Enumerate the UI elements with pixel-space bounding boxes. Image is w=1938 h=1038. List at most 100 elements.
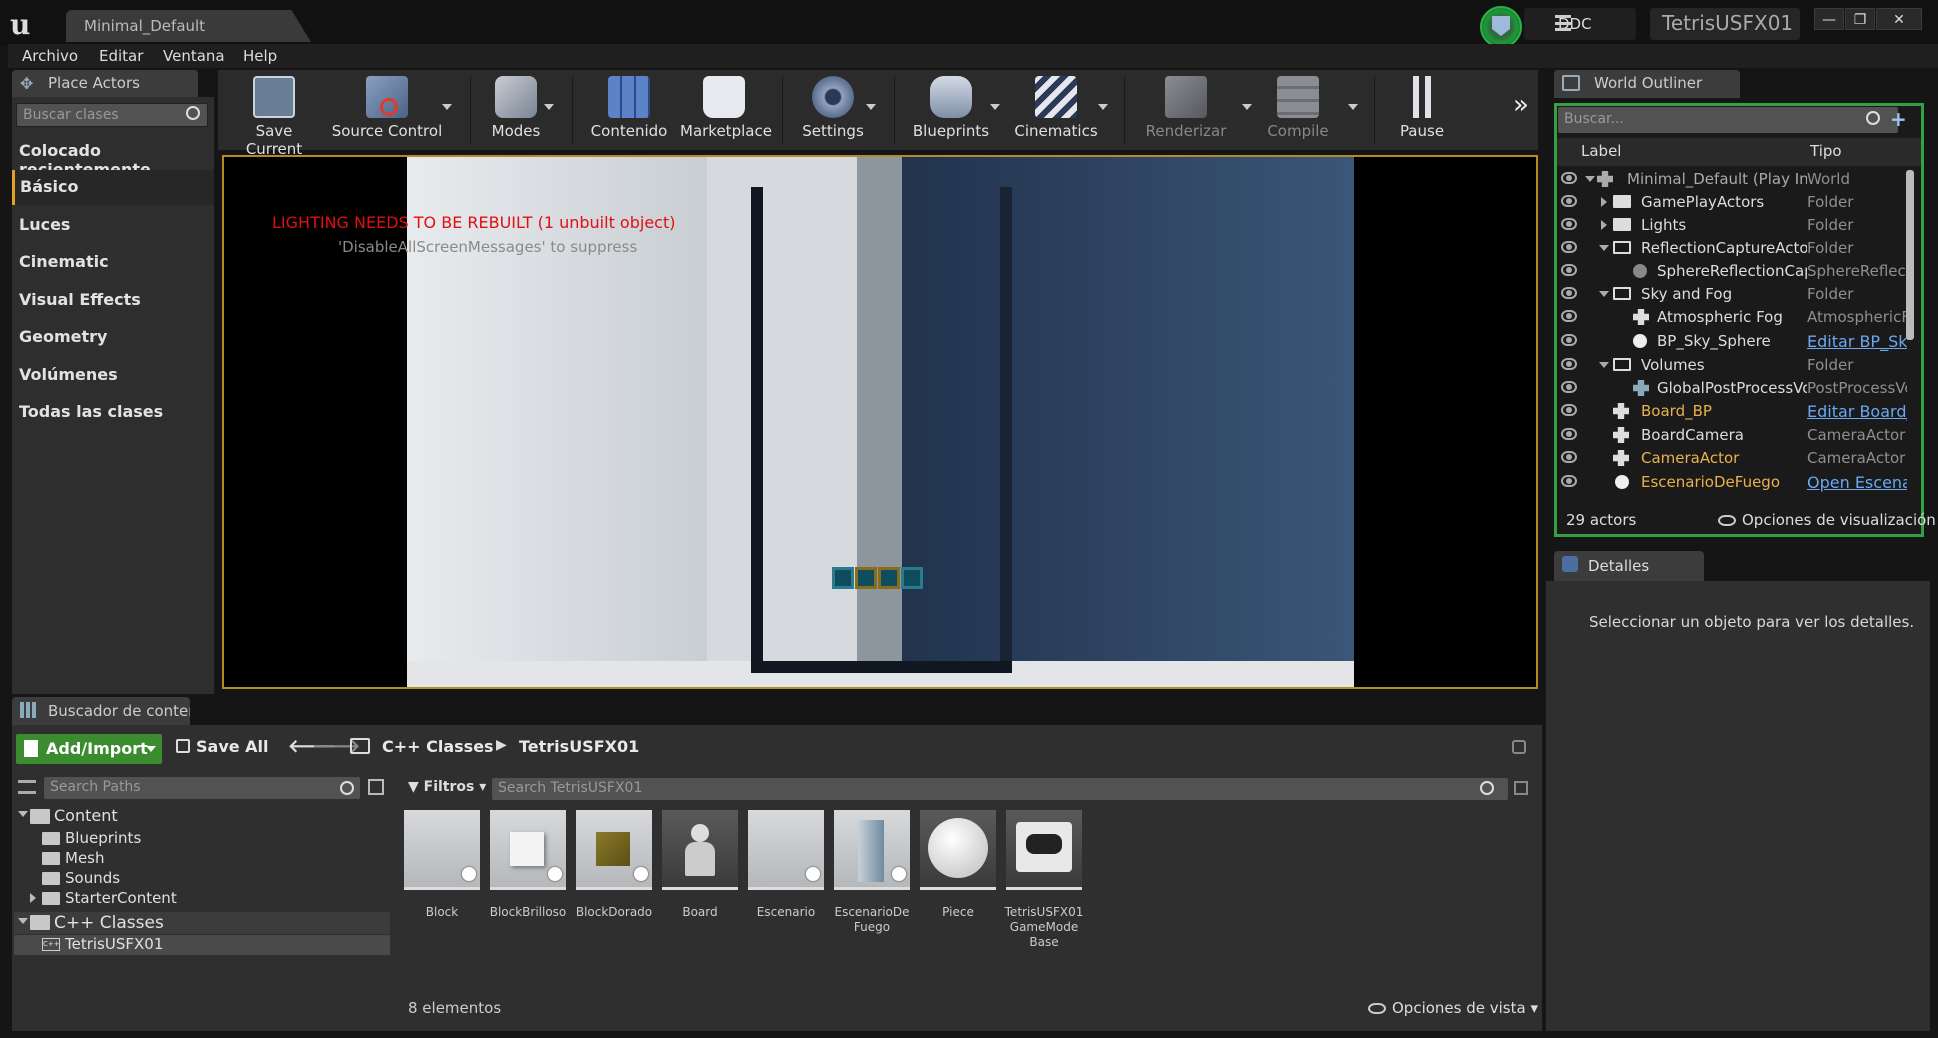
eye-icon[interactable] (1561, 358, 1577, 370)
eye-icon[interactable] (1561, 218, 1577, 230)
search-assets-input[interactable]: Search TetrisUSFX01 (492, 778, 1508, 800)
content-browser-tab[interactable]: Buscador de contenido (12, 697, 190, 725)
eye-icon[interactable] (1561, 428, 1577, 440)
outliner-row[interactable]: BP_Sky_Sphere Editar BP_Sky_Sphere (1557, 330, 1907, 353)
outliner-row[interactable]: SphereReflectionCapture SphereReflection… (1557, 260, 1907, 283)
tree-item-project[interactable]: C++ TetrisUSFX01 (14, 935, 390, 955)
category-cinematic[interactable]: Cinematic (12, 245, 214, 280)
breadcrumb-project[interactable]: TetrisUSFX01 (519, 737, 639, 756)
collapse-arrow[interactable] (18, 918, 28, 924)
category-lights[interactable]: Luces (12, 208, 214, 243)
collapse-arrow[interactable] (18, 811, 28, 817)
eye-icon[interactable] (1561, 475, 1577, 487)
outliner-scrollbar[interactable] (1906, 170, 1914, 340)
content-view-options[interactable]: Opciones de vista ▾ (1368, 999, 1538, 1017)
settings-button[interactable]: Settings (796, 72, 870, 148)
asset-thumbnail[interactable] (920, 810, 996, 890)
eye-icon[interactable] (1561, 404, 1577, 416)
outliner-row[interactable]: GamePlayActors Folder (1557, 191, 1907, 214)
column-type[interactable]: Tipo (1810, 142, 1842, 160)
outliner-search-input[interactable]: Buscar... (1558, 107, 1898, 133)
compile-button[interactable]: Compile (1256, 72, 1340, 148)
modes-button[interactable]: Modes (484, 72, 548, 148)
toolbar-overflow-button[interactable]: » (1513, 90, 1529, 120)
minimize-button[interactable]: — (1814, 8, 1844, 30)
collapse-arrow[interactable] (1599, 291, 1609, 297)
tree-item-content[interactable]: Content (14, 806, 390, 826)
asset-thumbnail[interactable] (576, 810, 652, 890)
asset-thumbnail[interactable] (662, 810, 738, 890)
compile-dropdown[interactable] (1348, 104, 1358, 110)
class-search-input[interactable]: Buscar clases (16, 103, 208, 127)
close-button[interactable]: ✕ (1876, 8, 1922, 30)
outliner-row[interactable]: EscenarioDeFuego Open EscenarioDeFuego (1557, 471, 1907, 494)
outliner-row[interactable]: Lights Folder (1557, 214, 1907, 237)
asset-thumbnail[interactable] (404, 810, 480, 890)
outliner-row[interactable]: BoardCamera CameraActor (1557, 424, 1907, 447)
filters-button[interactable]: ▼ Filtros ▾ (408, 779, 486, 795)
category-volumes[interactable]: Volúmenes (12, 358, 214, 393)
world-outliner-tab[interactable]: World Outliner (1554, 70, 1740, 98)
modes-dropdown[interactable] (544, 104, 554, 110)
collapse-arrow[interactable] (1599, 362, 1609, 368)
eye-icon[interactable] (1561, 381, 1577, 393)
save-all-button[interactable]: Save All (174, 737, 269, 756)
category-geometry[interactable]: Geometry (12, 320, 214, 355)
source-control-status-icon[interactable] (1480, 6, 1522, 48)
breadcrumb-cpp-classes[interactable]: C++ Classes (382, 737, 494, 756)
collapse-arrow[interactable] (1599, 245, 1609, 251)
blueprints-dropdown[interactable] (990, 104, 1000, 110)
build-button[interactable]: Renderizar (1140, 72, 1232, 148)
tree-item-mesh[interactable]: Mesh (14, 849, 390, 869)
folder-icon[interactable] (350, 738, 370, 754)
outliner-row[interactable]: CameraActor CameraActor (1557, 447, 1907, 470)
column-label[interactable]: Label (1581, 142, 1621, 160)
outliner-row[interactable]: Volumes Folder (1557, 354, 1907, 377)
tree-item-cpp-classes[interactable]: C++ Classes (14, 912, 390, 934)
save-search-icon[interactable] (1514, 781, 1528, 795)
category-all-classes[interactable]: Todas las clases (12, 395, 214, 430)
outliner-row[interactable]: Board_BP Editar Board_BP (1557, 400, 1907, 423)
content-button[interactable]: Contenido (588, 72, 670, 148)
cinematics-dropdown[interactable] (1098, 104, 1108, 110)
tree-item-sounds[interactable]: Sounds (14, 869, 390, 889)
menu-ventana[interactable]: Ventana (163, 47, 225, 65)
outliner-row[interactable]: Minimal_Default (Play In Editor) World (1557, 168, 1907, 191)
category-recent[interactable]: Colocado recientemente (12, 134, 214, 179)
view-list-icon[interactable] (368, 779, 384, 795)
eye-icon[interactable] (1561, 195, 1577, 207)
tree-item-blueprints[interactable]: Blueprints (14, 829, 390, 849)
outliner-view-options[interactable]: Opciones de visualización (1718, 511, 1936, 529)
search-paths-input[interactable]: Search Paths (44, 777, 360, 799)
outliner-row[interactable]: ReflectionCaptureActors Folder (1557, 237, 1907, 260)
category-visual-effects[interactable]: Visual Effects (12, 283, 214, 318)
expand-arrow[interactable] (30, 893, 36, 903)
collapse-arrow[interactable] (1585, 176, 1595, 182)
settings-dropdown[interactable] (866, 104, 876, 110)
marketplace-button[interactable]: Marketplace (680, 72, 772, 148)
tree-item-starter-content[interactable]: StarterContent (14, 889, 390, 909)
save-current-button[interactable]: Save Current (226, 72, 322, 158)
eye-icon[interactable] (1561, 451, 1577, 463)
maximize-button[interactable]: ❐ (1845, 8, 1875, 30)
sources-toggle-icon[interactable] (18, 780, 36, 794)
ddc-button[interactable]: DDC (1524, 8, 1636, 40)
eye-icon[interactable] (1561, 264, 1577, 276)
breadcrumb-separator-icon[interactable]: ▶ (496, 737, 507, 753)
asset-thumbnail[interactable] (1006, 810, 1082, 890)
source-control-dropdown[interactable] (442, 104, 452, 110)
blueprints-button[interactable]: Blueprints (906, 72, 996, 148)
expand-arrow[interactable] (1601, 197, 1607, 207)
menu-editar[interactable]: Editar (99, 47, 143, 65)
outliner-row[interactable]: GlobalPostProcessVolume PostProcessVolum… (1557, 377, 1907, 400)
expand-arrow[interactable] (1601, 220, 1607, 230)
asset-thumbnail[interactable] (748, 810, 824, 890)
outliner-row[interactable]: Sky and Fog Folder (1557, 283, 1907, 306)
eye-icon[interactable] (1561, 287, 1577, 299)
eye-icon[interactable] (1561, 172, 1577, 184)
eye-icon[interactable] (1561, 310, 1577, 322)
lock-icon[interactable] (1512, 740, 1526, 754)
level-tab[interactable]: Minimal_Default (66, 10, 311, 42)
cinematics-button[interactable]: Cinematics (1010, 72, 1102, 148)
category-basic[interactable]: Básico (12, 170, 214, 205)
